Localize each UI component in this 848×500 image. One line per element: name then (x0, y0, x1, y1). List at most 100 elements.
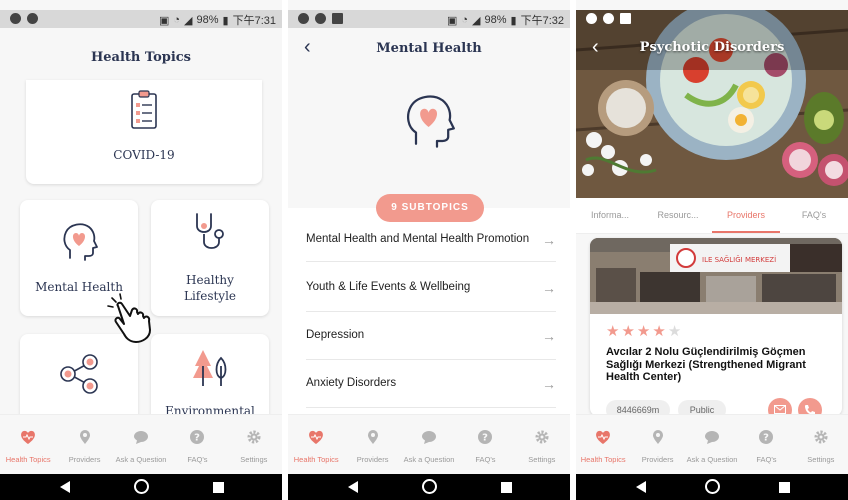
tab-label: Providers (68, 455, 101, 464)
list-item[interactable]: Depression → (306, 312, 556, 360)
tab-faqs[interactable]: FAQ's (780, 198, 848, 233)
list-item-label: Anxiety Disorders (306, 377, 397, 389)
star-icon: ★ (621, 323, 637, 340)
tab-providers[interactable]: Providers (712, 198, 780, 233)
stethoscope-icon (196, 213, 224, 249)
question-icon: ? (478, 430, 493, 444)
list-item[interactable]: Mental Health and Mental Health Promotio… (306, 218, 556, 262)
tab-label: Ask a Question (115, 455, 167, 464)
system-nav-bar (576, 474, 848, 500)
arrow-right-icon: → (542, 375, 556, 392)
tab-settings[interactable]: Settings (794, 415, 848, 472)
notification-icon (620, 13, 631, 24)
status-bar: ▣ ◔ ◢ 98% ▮ 下午7:32 (288, 10, 570, 28)
list-item[interactable]: Youth & Life Events & Wellbeing → (306, 264, 556, 312)
arrow-right-icon: → (542, 231, 556, 248)
nav-back-icon[interactable] (348, 481, 358, 493)
clock: 下午7:31 (232, 15, 276, 27)
nav-recents-icon[interactable] (501, 482, 512, 493)
tab-faqs[interactable]: ? FAQ's (457, 415, 513, 472)
phone-screen-psychotic-disorders: ‹ Psychotic Disorders Informa... Resourc… (576, 0, 848, 500)
tap-hand-icon (107, 293, 151, 343)
card-label: COVID-19 (113, 148, 175, 162)
chat-bubble-icon (705, 431, 720, 444)
clock: 下午7:32 (520, 15, 564, 27)
map-pin-icon (652, 430, 663, 444)
bottom-tab-bar: Health Topics Providers Ask a Question ?… (576, 414, 848, 472)
arrow-right-icon: → (542, 327, 556, 344)
tab-settings[interactable]: Settings (226, 415, 282, 472)
topic-card-environmental[interactable]: Environmental (151, 334, 269, 424)
nav-back-icon[interactable] (60, 481, 70, 493)
tab-label: Providers (641, 455, 674, 464)
bottom-tab-bar: Health Topics Providers Ask a Question ?… (288, 414, 570, 472)
tab-label: FAQ's (756, 455, 777, 464)
list-item[interactable]: Anxiety Disorders → (306, 360, 556, 408)
question-icon: ? (759, 430, 774, 444)
tab-label: Providers (356, 455, 389, 464)
back-chevron-icon[interactable]: ‹ (304, 36, 311, 59)
mail-icon (774, 405, 786, 414)
svg-text:?: ? (195, 433, 201, 444)
notification-icon (586, 13, 597, 24)
provider-photo: ILE SAĞLIĞI MERKEZİ (590, 238, 842, 314)
wifi-icon: ◔ (461, 14, 469, 26)
battery-icon: ▮ (222, 14, 229, 27)
topic-card-healthy-lifestyle[interactable]: Healthy Lifestyle (151, 200, 269, 316)
tab-faqs[interactable]: ? FAQ's (739, 415, 793, 472)
tab-label: Health Topics (293, 455, 339, 464)
header: Health Topics (0, 28, 282, 80)
nav-recents-icon[interactable] (213, 482, 224, 493)
tab-faqs[interactable]: ? FAQ's (169, 415, 225, 472)
tab-health-topics[interactable]: Health Topics (576, 415, 630, 472)
head-heart-icon (63, 223, 98, 261)
card-label: Healthy Lifestyle (183, 273, 237, 303)
tab-health-topics[interactable]: Health Topics (0, 415, 56, 472)
tab-providers[interactable]: Providers (630, 415, 684, 472)
nav-home-icon[interactable] (422, 479, 437, 494)
tab-providers[interactable]: Providers (56, 415, 112, 472)
phone-screen-health-topics: ▣ ◔ ◢ 98% ▮ 下午7:31 Health Topics COVID-1… (0, 0, 282, 500)
battery-icon: ▮ (510, 14, 517, 27)
nav-home-icon[interactable] (134, 479, 149, 494)
map-pin-icon (367, 430, 378, 444)
tab-providers[interactable]: Providers (344, 415, 400, 472)
page-title: Mental Health (376, 41, 482, 56)
signal-icon: ◢ (184, 14, 193, 27)
page-title: Health Topics (90, 50, 191, 65)
map-pin-icon (79, 430, 90, 444)
notification-icon (315, 13, 326, 24)
page-title: Psychotic Disorders (639, 40, 785, 55)
notification-icon (332, 13, 343, 24)
nav-recents-icon[interactable] (779, 482, 790, 493)
notification-icon (10, 13, 21, 24)
tab-resources[interactable]: Resourc... (644, 198, 712, 233)
gear-icon (247, 430, 261, 444)
status-bar (576, 10, 848, 28)
topic-card-covid[interactable]: COVID-19 (26, 80, 262, 184)
tab-label: Settings (240, 455, 268, 464)
nav-back-icon[interactable] (636, 481, 646, 493)
tab-label: Settings (807, 455, 835, 464)
status-bar: ▣ ◔ ◢ 98% ▮ 下午7:31 (0, 10, 282, 28)
tab-settings[interactable]: Settings (514, 415, 570, 472)
list-item-label: Youth & Life Events & Wellbeing (306, 281, 471, 293)
nfc-icon: ▣ (158, 14, 170, 27)
tab-ask-a-question[interactable]: Ask a Question (685, 415, 739, 472)
notification-icon (298, 13, 309, 24)
heart-pulse-icon (309, 430, 324, 444)
bottom-tab-bar: Health Topics Providers Ask a Question ?… (0, 414, 282, 472)
topic-card-network[interactable] (20, 334, 138, 424)
tab-information[interactable]: Informa... (576, 198, 644, 233)
topic-hero (288, 80, 570, 208)
tab-label: Ask a Question (686, 455, 738, 464)
provider-card[interactable]: ILE SAĞLIĞI MERKEZİ ★★★★★ Avcılar 2 Nolu… (590, 238, 842, 416)
subtopics-count-badge: 9 SUBTOPICS (376, 194, 484, 222)
tab-ask-a-question[interactable]: Ask a Question (401, 415, 457, 472)
signal-icon: ◢ (472, 14, 481, 27)
nav-home-icon[interactable] (705, 479, 720, 494)
tab-label: Health Topics (5, 455, 51, 464)
tab-ask-a-question[interactable]: Ask a Question (113, 415, 169, 472)
clinic-sign-text: ILE SAĞLIĞI MERKEZİ (702, 255, 776, 264)
tab-health-topics[interactable]: Health Topics (288, 415, 344, 472)
